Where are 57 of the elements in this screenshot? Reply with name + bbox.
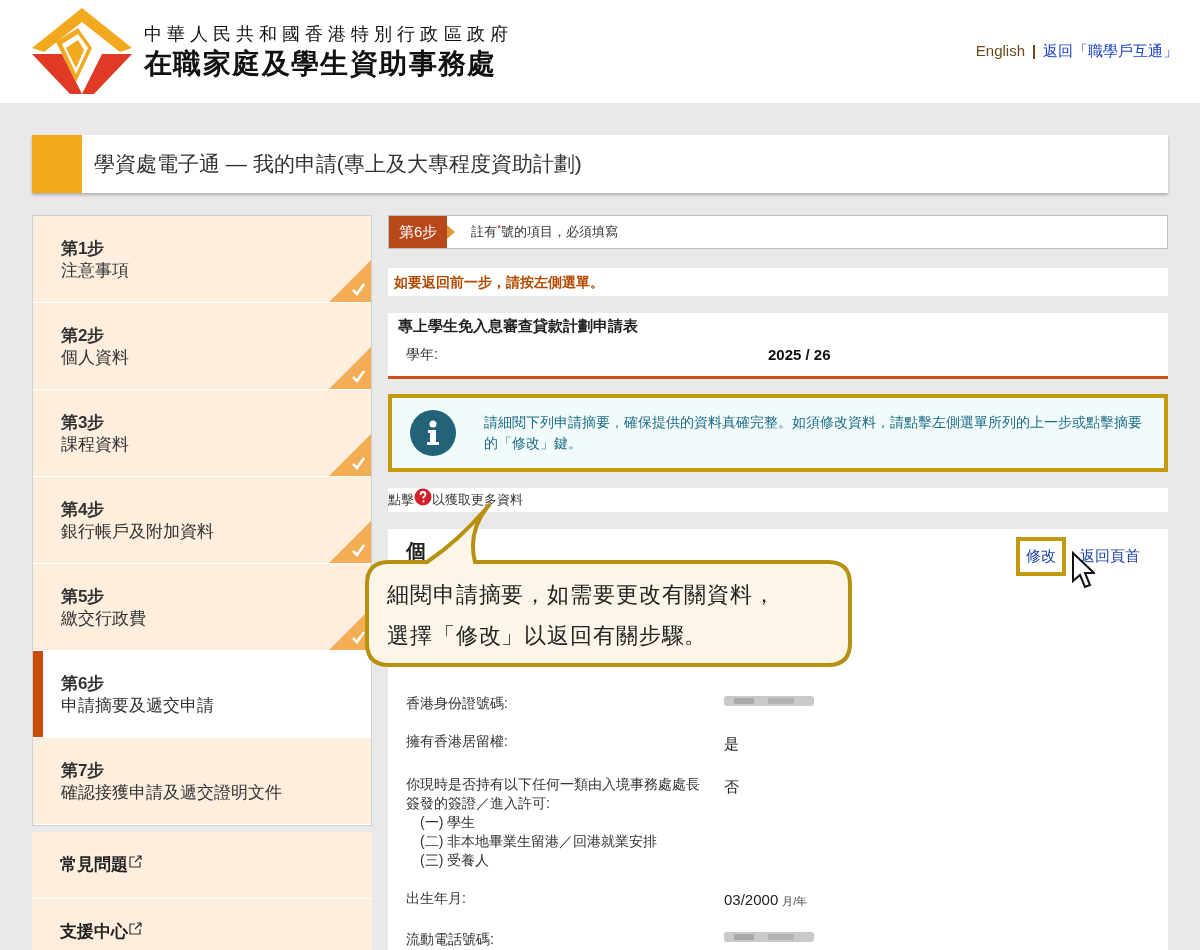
callout-text: 細閱申請摘要，如需要更改有關資料， — [387, 581, 776, 609]
external-link-icon — [129, 854, 142, 868]
field-value: 是 — [724, 734, 739, 752]
step-label: 確認接獲申請及遞交證明文件 — [61, 782, 283, 804]
option-item: (三) 受養人 — [419, 850, 491, 870]
field-label: 你現時是否持有以下任何一類由入境事務處處長簽發的簽證／進入許可: — [406, 774, 701, 813]
field-label: 香港身份證號碼: — [406, 693, 509, 713]
external-link-icon — [129, 921, 142, 935]
step-label: 個人資料 — [61, 347, 130, 369]
field-value: 03/2000 — [724, 889, 779, 910]
language-link[interactable]: English — [975, 40, 1025, 63]
help-link-label: 常見問題 — [60, 854, 128, 877]
help-link[interactable]: 支援中心 — [32, 899, 372, 950]
step-label: 銀行帳戶及附加資料 — [61, 521, 215, 543]
form-title: 專上學生免入息審查貸款計劃申請表 — [398, 316, 639, 336]
agency-name: 在職家庭及學生資助事務處 — [144, 46, 498, 81]
step-label: 注意事項 — [61, 260, 130, 282]
info-icon — [410, 410, 456, 456]
logo-icon — [32, 7, 132, 96]
help-link[interactable]: 常見問題 — [32, 832, 372, 899]
step-label: 繳交行政費 — [61, 608, 147, 630]
badge-arrow-icon — [447, 225, 456, 239]
step-number: 第1步 — [61, 238, 106, 260]
mouse-pointer-icon — [1071, 551, 1095, 591]
step-badge: 第6步 — [389, 216, 448, 248]
step-number: 第7步 — [61, 760, 106, 782]
field-unit: 月/年 — [782, 893, 808, 909]
back-to-top-link[interactable]: 返回頁首 — [1070, 537, 1150, 576]
help-hint: 點擊 — [388, 491, 414, 510]
help-icon[interactable] — [414, 488, 432, 506]
government-name: 中華人民共和國香港特別行政區政府 — [144, 22, 513, 46]
field-value: 否 — [724, 777, 739, 795]
step-number: 第5步 — [61, 586, 106, 608]
option-item: (二) 非本地畢業生留港／回港就業安排 — [419, 831, 659, 851]
field-label: 學年: — [405, 344, 439, 364]
field-label: 出生年月: — [406, 888, 467, 908]
step-number: 第3步 — [61, 412, 106, 434]
step-item[interactable]: 第6步 申請摘要及遞交申請 — [33, 651, 371, 738]
page-title: 學資處電子通 — 我的申請(專上及大專程度資助計劃) — [94, 151, 582, 178]
section-title: 個 — [406, 539, 426, 563]
back-hint: 如要返回前一步，請按左側選單。 — [394, 274, 604, 290]
step-number: 第2步 — [61, 325, 106, 347]
field-label: 擁有香港居留權: — [406, 731, 509, 751]
option-item: (一) 學生 — [419, 812, 477, 832]
callout-text: 選擇「修改」以返回有關步驟。 — [387, 622, 709, 650]
info-message: 請細閱下列申請摘要，確保提供的資料真確完整。如須修改資料，請點擊左側選單所列的上一步或點擊摘要的「修改」鍵。 — [484, 413, 1143, 453]
help-link-label: 支援中心 — [60, 921, 128, 944]
edit-link[interactable]: 修改 — [1016, 537, 1066, 576]
field-value: 2025 / 26 — [768, 344, 831, 365]
step-number: 第6步 — [61, 673, 106, 695]
field-label: 流動電話號碼: — [406, 930, 495, 949]
title-accent-block — [32, 135, 82, 193]
required-note: 註有$^{*}$號的項目，必須填寫 — [471, 222, 619, 242]
step-number: 第4步 — [61, 499, 106, 521]
back-link[interactable]: 返回「職學戶互通」 — [1043, 40, 1178, 63]
step-label: 申請摘要及遞交申請 — [61, 695, 215, 717]
step-label: 課程資料 — [61, 434, 130, 456]
